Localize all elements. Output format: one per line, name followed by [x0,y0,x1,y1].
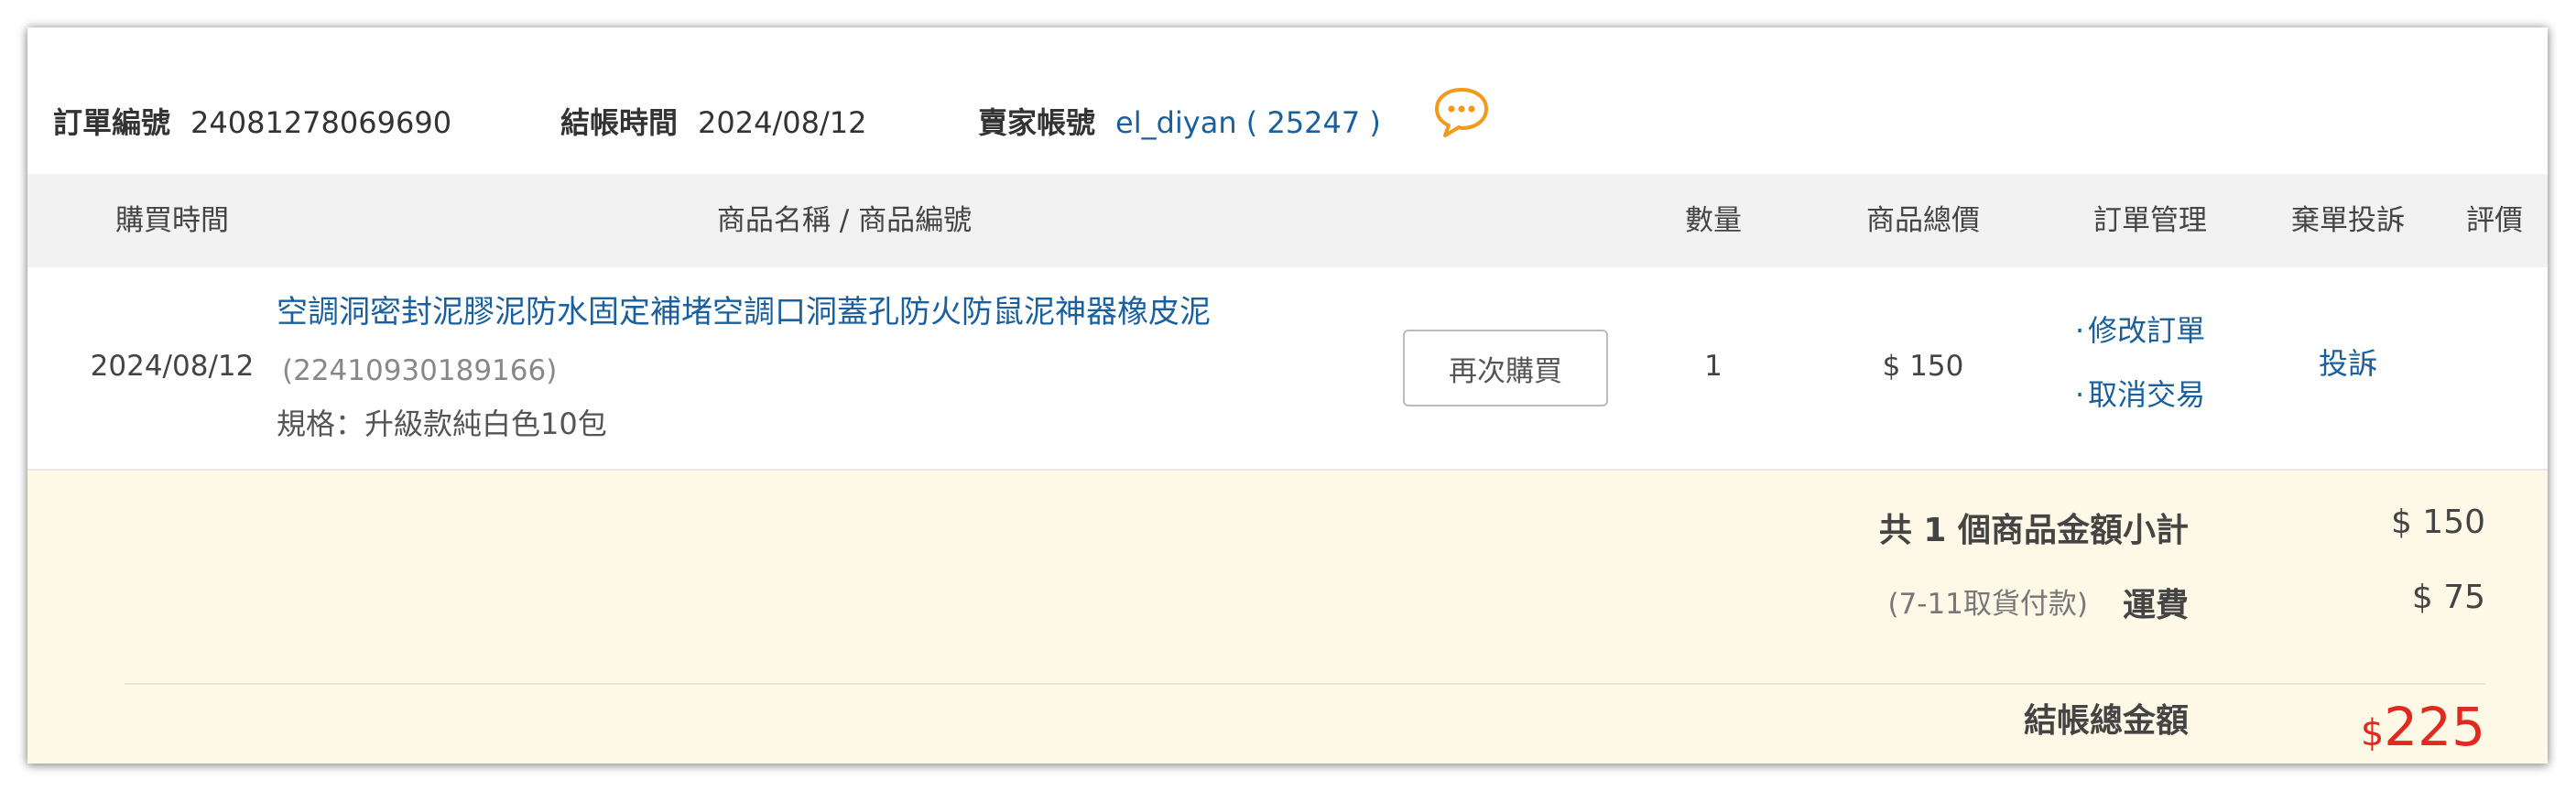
modify-order-link[interactable]: · 修改訂單 [2075,311,2205,350]
seller-account: 賣家帳號 el_diyan ( 25247 ) [978,103,1381,143]
checkout-time: 結帳時間 2024/08/12 [560,103,866,143]
cancel-transaction-label: 取消交易 [2088,377,2206,412]
header-purchase-time: 購買時間 [115,204,229,237]
shipping-method-note: (7-11取貨付款) [1887,588,2088,621]
bullet: · [2075,377,2085,412]
buy-again-button[interactable]: 再次購買 [1403,330,1608,406]
total-label: 結帳總金額 [2023,702,2189,740]
checkout-time-value: 2024/08/12 [698,105,867,140]
checkout-time-label: 結帳時間 [560,105,679,140]
header-total-price: 商品總價 [1866,204,1980,237]
product-id: (22410930189166) [282,354,558,387]
seller-name-link[interactable]: el_diyan [1115,105,1237,140]
header-order-management: 訂單管理 [2093,204,2207,237]
product-spec: 規格：升級款純白色10包 [277,406,607,441]
header-review: 評價 [2466,204,2523,237]
quantity: 1 [1704,350,1723,383]
shipping-value: $ 75 [2411,579,2485,616]
summary-divider [125,683,2485,685]
seller-rating-paren-open: ( [1245,105,1258,140]
complaint-link[interactable]: 投訴 [2247,344,2449,383]
bullet: · [2075,313,2085,348]
item-total-price: $ 150 [1882,350,1964,383]
table-header: 購買時間 商品名稱 / 商品編號 數量 商品總價 訂單管理 棄單投訴 評價 [27,174,2548,267]
order-card: 訂單編號 24081278069690 結帳時間 2024/08/12 賣家帳號 el… [27,27,2548,764]
header-quantity: 數量 [1685,204,1742,237]
total-amount: $225 [2361,696,2485,758]
purchase-time: 2024/08/12 [90,350,255,383]
order-number-label: 訂單編號 [53,105,171,140]
shipping-label: 運費 [2122,587,2189,624]
table-row: 2024/08/12 空調洞密封泥膠泥防水固定補堵空調口洞蓋孔防火防鼠泥神器橡皮… [27,267,2548,471]
cancel-transaction-link[interactable]: · 取消交易 [2075,375,2205,414]
chat-bubble-icon[interactable] [1432,84,1491,143]
header-product: 商品名稱 / 商品編號 [716,204,973,237]
total-currency: $ [2360,712,2385,754]
total-value: 225 [2384,696,2485,758]
order-number: 訂單編號 24081278069690 [53,103,451,143]
seller-rating-paren-close: ) [1369,105,1381,140]
header-abandon-complaint: 棄單投訴 [2291,204,2405,237]
subtotal-value: $ 150 [2390,504,2485,541]
product-name-link[interactable]: 空調洞密封泥膠泥防水固定補堵空調口洞蓋孔防火防鼠泥神器橡皮泥 [277,291,1211,333]
chat-bubble-icon-graphic [1435,88,1488,137]
seller-rating-link[interactable]: 25247 [1266,105,1360,140]
order-header: 訂單編號 24081278069690 結帳時間 2024/08/12 賣家帳號 el… [27,27,2548,174]
subtotal-label: 共 1 個商品金額小計 [1878,512,2189,549]
modify-order-label: 修改訂單 [2088,313,2206,348]
order-summary: 共 1 個商品金額小計 $ 150 (7-11取貨付款) 運費 $ 75 結帳總… [27,471,2548,764]
order-number-value: 24081278069690 [190,105,452,140]
seller-account-label: 賣家帳號 [978,105,1096,140]
